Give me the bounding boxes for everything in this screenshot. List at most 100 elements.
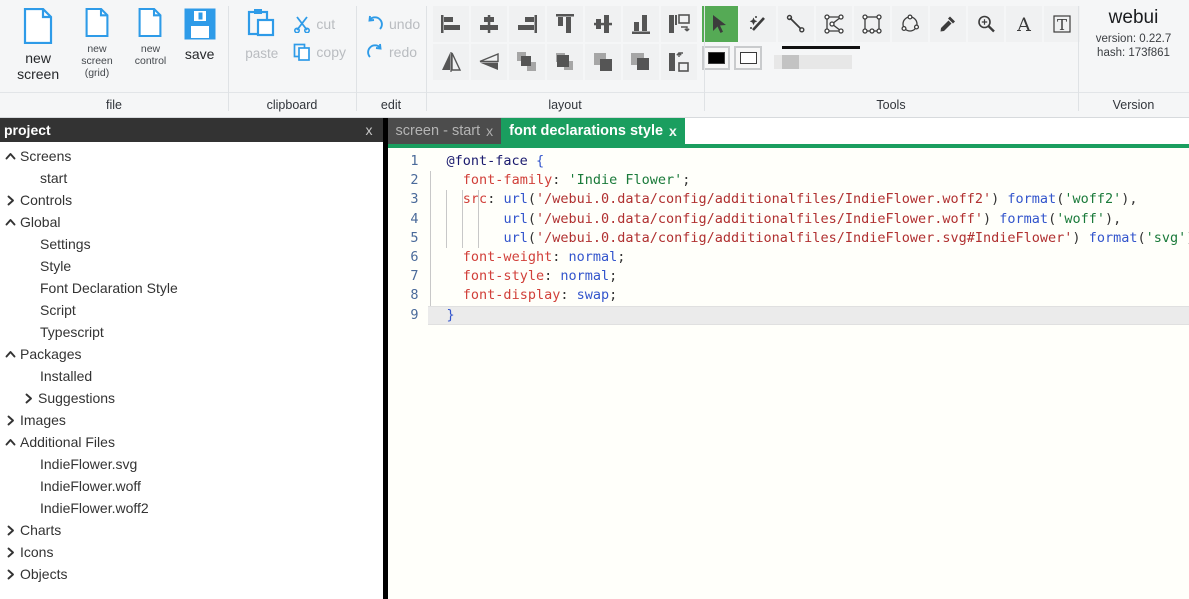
ribbon-toolbar: new screen new screen (grid) new control	[0, 0, 1189, 118]
magnifier-plus-icon	[978, 15, 995, 33]
line-tool-button[interactable]	[778, 6, 814, 42]
tree-item-start[interactable]: start	[0, 167, 383, 189]
tree-item-charts[interactable]: Charts	[0, 519, 383, 541]
tab-screen-start[interactable]: screen - start x	[387, 118, 502, 144]
tree-item-additional-files[interactable]: Additional Files	[0, 431, 383, 453]
line-number: 3	[410, 191, 419, 208]
send-backward-button[interactable]	[547, 44, 583, 80]
chevron-right-icon[interactable]	[2, 569, 18, 580]
tree-item-objects[interactable]: Objects	[0, 563, 383, 585]
close-icon[interactable]: x	[364, 122, 375, 138]
floppy-disk-icon	[184, 8, 216, 40]
new-screen-grid-button[interactable]: new screen (grid)	[70, 4, 124, 79]
text-tool-button[interactable]: A	[1006, 6, 1042, 42]
align-left-button[interactable]	[433, 6, 469, 42]
stroke-width-slider[interactable]	[774, 55, 852, 69]
select-tool-button[interactable]	[702, 6, 738, 42]
redo-button[interactable]: redo	[362, 38, 424, 66]
align-top-button[interactable]	[547, 6, 583, 42]
copy-button[interactable]: copy	[289, 38, 350, 66]
new-control-button[interactable]: new control	[124, 4, 178, 67]
tree-item-indieflower-svg[interactable]: IndieFlower.svg	[0, 453, 383, 475]
tab-close-icon[interactable]: x	[486, 123, 493, 139]
chevron-up-icon[interactable]	[2, 151, 18, 162]
eyedropper-tool-button[interactable]	[930, 6, 966, 42]
zoom-tool-button[interactable]	[968, 6, 1004, 42]
textbox-tool-button[interactable]: T	[1044, 6, 1080, 42]
undo-button[interactable]: undo	[362, 10, 424, 38]
code-token: (	[527, 210, 536, 227]
undo-label: undo	[389, 16, 421, 32]
stroke-color-swatch[interactable]	[734, 46, 762, 70]
flip-vertical-button[interactable]	[471, 44, 507, 80]
code-line: 3 src: url('/webui.0.data/config/additio…	[388, 190, 1189, 210]
code-token: ;	[609, 268, 618, 285]
tree-item-suggestions[interactable]: Suggestions	[0, 387, 383, 409]
tab-font-declarations-style[interactable]: font declarations style x	[501, 118, 685, 144]
save-button[interactable]: save	[177, 4, 222, 62]
code-area[interactable]: 1 @font-face {2 font-family: 'Indie Flowe…	[387, 148, 1189, 599]
fill-color-swatch[interactable]	[702, 46, 730, 70]
tree-item-indieflower-woff[interactable]: IndieFlower.woff	[0, 475, 383, 497]
tree-item-global[interactable]: Global	[0, 211, 383, 233]
tree-item-script[interactable]: Script	[0, 299, 383, 321]
slider-thumb[interactable]	[782, 55, 799, 69]
document-icon	[24, 8, 53, 44]
chevron-up-icon[interactable]	[2, 217, 18, 228]
paste-button[interactable]: paste	[234, 4, 289, 61]
tree-item-installed[interactable]: Installed	[0, 365, 383, 387]
tree-item-label: Settings	[40, 236, 91, 252]
tab-close-icon[interactable]: x	[669, 123, 677, 139]
cut-label: cut	[316, 16, 336, 32]
distribute-horizontal-button[interactable]	[661, 6, 697, 42]
rectangle-tool-button[interactable]	[854, 6, 890, 42]
code-token: (	[527, 229, 536, 246]
chevron-right-icon[interactable]	[2, 525, 18, 536]
code-token: normal	[568, 248, 618, 265]
code-line-text: @font-face {	[428, 152, 545, 171]
new-screen-button[interactable]: new screen	[6, 4, 70, 82]
version-group-label: Version	[1078, 92, 1189, 117]
cursor-arrow-icon	[713, 15, 726, 33]
new-screen-grid-label-line1: new screen	[81, 43, 113, 68]
chevron-up-icon[interactable]	[2, 349, 18, 360]
tree-item-indieflower-woff2[interactable]: IndieFlower.woff2	[0, 497, 383, 519]
letter-a-icon: A	[1016, 14, 1031, 35]
align-center-vertical-button[interactable]	[585, 6, 621, 42]
align-center-horizontal-button[interactable]	[471, 6, 507, 42]
distribute-vertical-button[interactable]	[661, 44, 697, 80]
align-bottom-button[interactable]	[623, 6, 659, 42]
tree-item-packages[interactable]: Packages	[0, 343, 383, 365]
polygon-tool-button[interactable]	[816, 6, 852, 42]
chevron-right-icon[interactable]	[2, 195, 18, 206]
chevron-right-icon[interactable]	[2, 415, 18, 426]
tree-item-typescript[interactable]: Typescript	[0, 321, 383, 343]
tree-item-images[interactable]: Images	[0, 409, 383, 431]
paste-label: paste	[245, 46, 279, 61]
tree-item-icons[interactable]: Icons	[0, 541, 383, 563]
tree-item-font-declaration-style[interactable]: Font Declaration Style	[0, 277, 383, 299]
tools-group-body: A T	[702, 0, 1080, 92]
chevron-right-icon[interactable]	[2, 547, 18, 558]
bring-forward-button[interactable]	[585, 44, 621, 80]
project-panel: project x Screens start Controls Global Sett…	[0, 118, 383, 599]
tree-item-label: start	[40, 170, 68, 186]
send-to-back-button[interactable]	[509, 44, 545, 80]
tree-item-screens[interactable]: Screens	[0, 145, 383, 167]
magic-wand-tool-button[interactable]	[740, 6, 776, 42]
bring-to-front-button[interactable]	[623, 44, 659, 80]
align-right-button[interactable]	[509, 6, 545, 42]
align-center-vertical-icon	[594, 15, 612, 33]
chevron-right-icon[interactable]	[20, 393, 36, 404]
chevron-up-icon[interactable]	[2, 437, 18, 448]
build-hash: hash: 173f861	[1097, 47, 1170, 59]
ellipse-tool-button[interactable]	[892, 6, 928, 42]
tree-item-controls[interactable]: Controls	[0, 189, 383, 211]
code-token: format	[1088, 229, 1138, 246]
code-line: 5 url('/webui.0.data/config/additionalfi…	[388, 228, 1189, 248]
tree-item-settings[interactable]: Settings	[0, 233, 383, 255]
flip-horizontal-button[interactable]	[433, 44, 469, 80]
cut-button[interactable]: cut	[289, 10, 350, 38]
tree-item-style[interactable]: Style	[0, 255, 383, 277]
